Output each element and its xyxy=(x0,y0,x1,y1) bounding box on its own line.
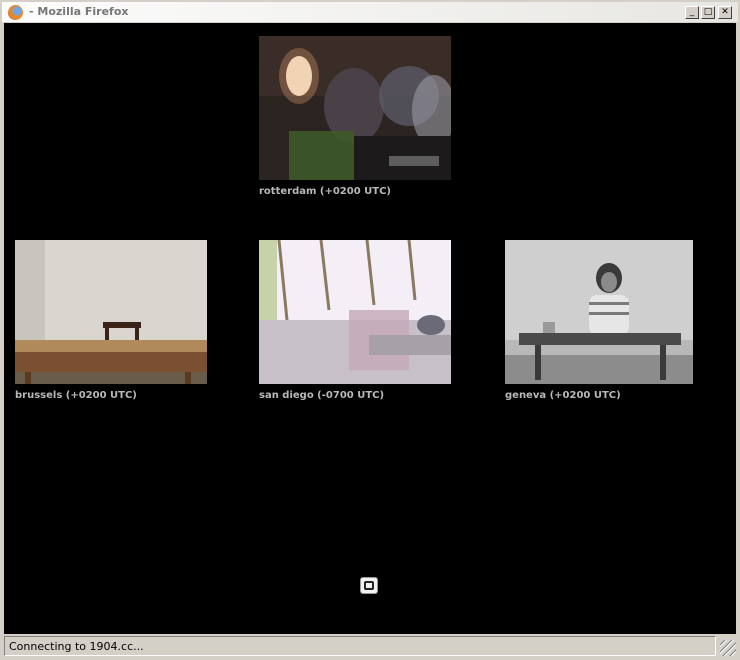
video-feed-brussels xyxy=(15,240,207,384)
close-button[interactable]: ✕ xyxy=(718,6,732,19)
caption-san-diego: san diego (-0700 UTC) xyxy=(259,390,385,401)
browser-window: - Mozilla Firefox _ □ ✕ rotterdam (+0200… xyxy=(0,0,740,660)
minimize-button[interactable]: _ xyxy=(685,6,699,19)
video-feed-san-diego xyxy=(259,240,451,384)
status-text: Connecting to 1904.cc... xyxy=(9,640,144,653)
status-bar: Connecting to 1904.cc... xyxy=(4,636,716,656)
resize-grip[interactable] xyxy=(720,640,736,656)
video-feed-geneva xyxy=(505,240,693,384)
video-feed-rotterdam xyxy=(259,36,451,180)
video-conference-area: rotterdam (+0200 UTC) brussels (+0200 UT… xyxy=(4,23,736,634)
caption-brussels: brussels (+0200 UTC) xyxy=(15,390,137,401)
caption-rotterdam: rotterdam (+0200 UTC) xyxy=(259,186,391,197)
firefox-icon[interactable] xyxy=(8,5,23,20)
fullscreen-button[interactable] xyxy=(360,577,378,594)
fullscreen-icon xyxy=(364,581,374,590)
title-bar[interactable]: - Mozilla Firefox _ □ ✕ xyxy=(2,2,738,22)
caption-geneva: geneva (+0200 UTC) xyxy=(505,390,621,401)
maximize-button[interactable]: □ xyxy=(701,6,715,19)
window-title: - Mozilla Firefox xyxy=(29,5,129,18)
